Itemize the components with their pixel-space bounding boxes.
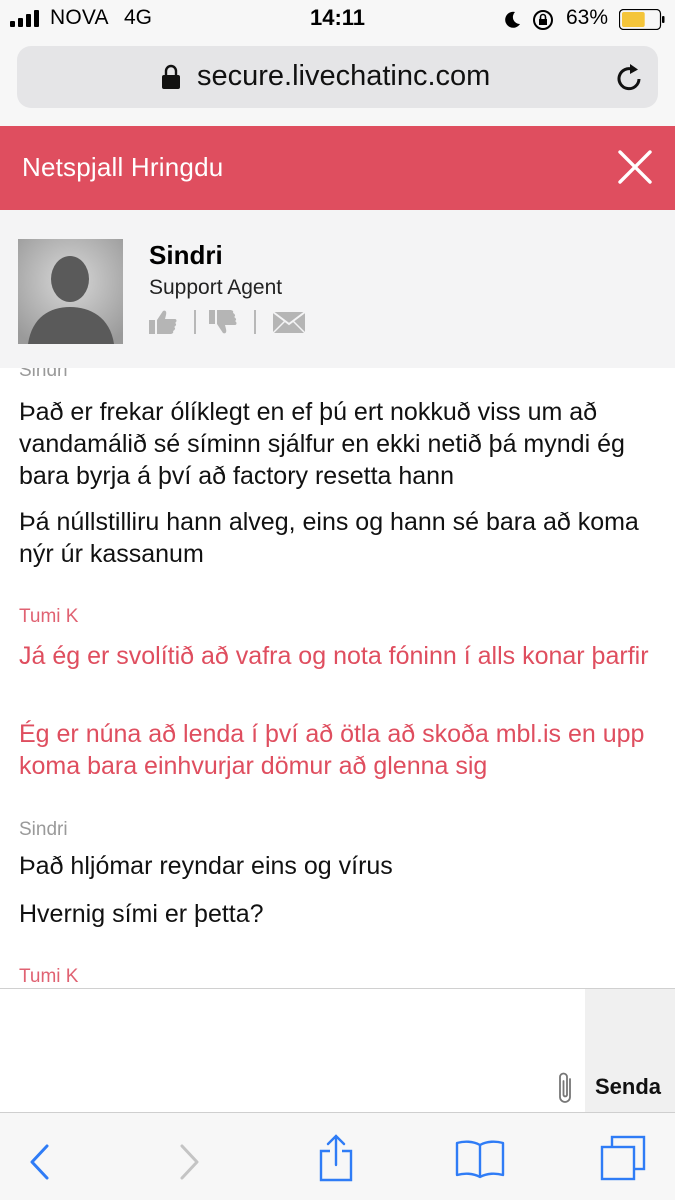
message-text: Hvernig sími er þetta?	[19, 900, 264, 928]
battery-icon	[619, 9, 665, 30]
chat-title: Netspjall Hringdu	[22, 152, 224, 182]
message-list[interactable]: Sindri Það er frekar ólíklegt en ef þú e…	[0, 368, 675, 988]
agent-name: Sindri	[149, 240, 223, 270]
agent-role: Support Agent	[149, 276, 283, 299]
message-text: Já ég er svolítið að vafra og nota fónin…	[19, 642, 649, 670]
close-icon[interactable]	[616, 148, 654, 186]
send-button[interactable]: Senda	[595, 1074, 661, 1100]
paperclip-icon[interactable]	[555, 1071, 577, 1105]
thumbs-down-icon[interactable]	[208, 308, 238, 336]
rotation-lock-icon	[533, 10, 553, 30]
message-author: Sindri	[19, 368, 68, 381]
message-author: Sindri	[19, 819, 68, 840]
avatar	[18, 239, 123, 344]
mail-icon[interactable]	[272, 308, 306, 336]
thumbs-up-icon[interactable]	[148, 308, 178, 336]
tabs-icon[interactable]	[600, 1135, 646, 1181]
browser-toolbar	[0, 1112, 675, 1200]
battery-percent: 63%	[566, 6, 609, 29]
chat-header: Netspjall Hringdu	[0, 126, 675, 210]
message-input[interactable]	[0, 989, 545, 1112]
message-text: Það er frekar ólíklegt en ef þú ert nokk…	[19, 398, 625, 490]
divider	[254, 310, 256, 334]
status-bar: NOVA 4G 14:11 63%	[0, 0, 675, 40]
message-composer: Senda	[0, 988, 675, 1112]
message-text: Það hljómar reyndar eins og vírus	[19, 852, 393, 880]
back-icon[interactable]	[27, 1143, 51, 1181]
browser-address-area: secure.livechatinc.com	[0, 40, 675, 126]
url-text: secure.livechatinc.com	[197, 60, 491, 92]
lock-icon	[162, 64, 180, 89]
agent-rating-actions	[148, 308, 318, 338]
message-text: Ég er núna að lenda í því að ötla að sko…	[19, 720, 645, 780]
message-author: Tumi K	[19, 606, 79, 627]
reload-icon[interactable]	[613, 62, 645, 94]
address-bar[interactable]: secure.livechatinc.com	[17, 46, 658, 108]
message-text: Þá núllstilliru hann alveg, eins og hann…	[19, 508, 639, 568]
bookmarks-icon[interactable]	[455, 1139, 505, 1179]
share-icon[interactable]	[318, 1133, 354, 1183]
forward-icon[interactable]	[178, 1143, 202, 1181]
moon-icon	[505, 11, 520, 28]
divider	[194, 310, 196, 334]
message-author: Tumi K	[19, 966, 79, 987]
agent-card: Sindri Support Agent	[0, 210, 675, 368]
